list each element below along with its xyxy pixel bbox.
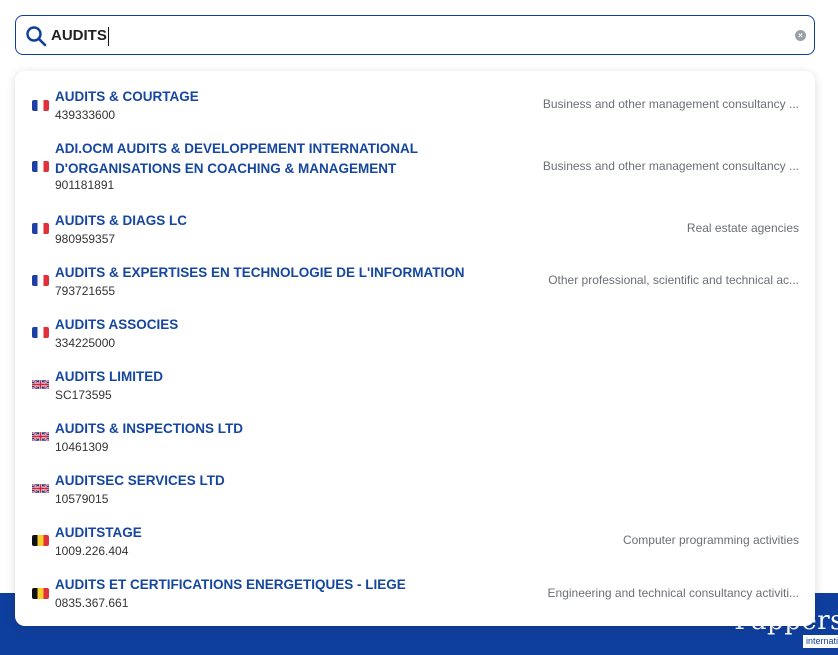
france-flag-icon [32,161,49,172]
france-flag-icon [32,327,49,338]
result-id: 10579015 [55,492,109,506]
result-item[interactable]: AUDITS ASSOCIES 334225000 [15,315,815,351]
result-id: SC173595 [55,388,112,402]
result-id: 334225000 [55,336,116,350]
result-item[interactable]: AUDITS & EXPERTISES EN TECHNOLOGIE DE L'… [15,263,815,299]
result-activity: Computer programming activities [622,533,799,547]
result-item[interactable]: ADI.OCM AUDITS & DEVELOPPEMENT INTERNATI… [15,139,815,195]
result-name: AUDITS & COURTAGE [55,89,199,104]
result-id: 901181891 [55,178,115,192]
result-activity: Real estate agencies [686,221,799,235]
uk-flag-icon [32,379,49,390]
result-item[interactable]: AUDITS & INSPECTIONS LTD 10461309 [15,419,815,455]
result-name: AUDITSEC SERVICES LTD [55,473,225,488]
result-name: AUDITS & EXPERTISES EN TECHNOLOGIE DE L'… [55,265,465,280]
result-item[interactable]: AUDITSEC SERVICES LTD 10579015 [15,471,815,507]
result-id: 793721655 [55,284,116,298]
result-name: AUDITS & INSPECTIONS LTD [55,421,244,436]
result-name: ADI.OCM AUDITS & DEVELOPPEMENT INTERNATI… [55,141,418,176]
search-results-dropdown: AUDITS & COURTAGE 439333600 Business and… [15,71,815,626]
search-icon [25,25,47,47]
france-flag-icon [32,223,49,234]
result-activity: Other professional, scientific and techn… [548,273,799,287]
result-item[interactable]: AUDITS LIMITED SC173595 [15,367,815,403]
text-caret [108,27,109,46]
result-item[interactable]: AUDITSTAGE 1009.226.404 Computer program… [15,523,815,559]
clear-icon[interactable]: × [795,30,806,41]
result-item[interactable]: AUDITS & COURTAGE 439333600 Business and… [15,87,815,123]
result-id: 980959357 [55,232,116,246]
result-name: AUDITS ASSOCIES [55,317,179,332]
uk-flag-icon [32,483,49,494]
result-id: 439333600 [55,108,116,122]
result-name: AUDITSTAGE [55,525,142,540]
result-item[interactable]: AUDITS & DIAGS LC 980959357 Real estate … [15,211,815,247]
search-input[interactable] [51,25,771,47]
result-name: AUDITS & DIAGS LC [55,213,188,228]
uk-flag-icon [32,431,49,442]
brand-subtitle: international [803,635,838,648]
result-item[interactable]: AUDITS ET CERTIFICATIONS ENERGETIQUES - … [15,575,815,611]
result-id: 1009.226.404 [55,544,129,558]
result-activity: Business and other management consultanc… [542,159,799,173]
result-activity: Business and other management consultanc… [542,97,799,111]
belgium-flag-icon [32,535,49,546]
france-flag-icon [32,100,49,111]
result-name: AUDITS ET CERTIFICATIONS ENERGETIQUES - … [55,577,406,592]
search-box[interactable]: × [15,15,815,55]
result-name: AUDITS LIMITED [55,369,163,384]
belgium-flag-icon [32,588,49,599]
result-activity: Engineering and technical consultancy ac… [547,586,799,600]
result-id: 10461309 [55,440,109,454]
result-id: 0835.367.661 [55,596,129,610]
france-flag-icon [32,275,49,286]
